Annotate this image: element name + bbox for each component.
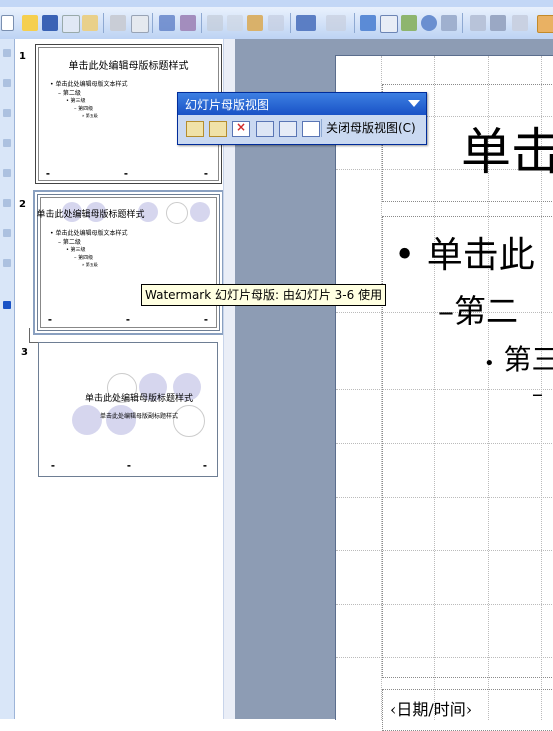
research-icon[interactable] (180, 15, 196, 31)
slide-2-bullet-5: » 第五级 (82, 262, 98, 267)
slide-2-title: 单击此处编辑母版标题样式 (36, 210, 145, 220)
format-painter-icon[interactable] (268, 15, 284, 31)
slide-2-bullet-2: – 第二级 (58, 239, 81, 246)
show-formatting-icon[interactable] (470, 15, 486, 31)
slide-1-bullet-2: – 第二级 (58, 90, 81, 97)
color-grayscale-icon[interactable] (537, 15, 553, 33)
close-master-view-button[interactable]: 关闭母版视图(C) (326, 119, 416, 136)
menu-bar[interactable] (0, 0, 553, 7)
new-icon[interactable] (1, 15, 14, 31)
insert-new-title-master-icon[interactable] (209, 121, 227, 137)
master-view-toolbar-title: 幻灯片母版视图 (185, 98, 270, 112)
slide-3-subtitle: 单击此处编辑母版副标题样式 (100, 413, 179, 420)
bullet-level-4: – (532, 382, 543, 407)
toolbar-options-dropdown-icon[interactable] (408, 100, 420, 107)
slide-tooltip: Watermark 幻灯片母版: 由幻灯片 3-6 使用 (141, 284, 387, 306)
decorative-circle (173, 405, 205, 437)
cut-icon[interactable] (207, 15, 223, 31)
insert-table-icon[interactable] (380, 15, 398, 33)
slide-3-title: 单击此处编辑母版标题样式 (84, 394, 193, 404)
standard-toolbar (0, 7, 553, 40)
master-view-toolbar-titlebar[interactable]: 幻灯片母版视图 (178, 93, 426, 115)
decorative-circle (106, 405, 136, 435)
slide-1-bullet-3: • 第三级 (66, 98, 86, 104)
left-drawing-strip[interactable] (0, 39, 15, 719)
slide-thumbnail-3[interactable]: 单击此处编辑母版标题样式 单击此处编辑母版副标题样式 ▬ ▬ ▬ (38, 342, 218, 477)
permission-icon[interactable] (62, 15, 80, 33)
bullet-level-1: • 单击此 (394, 235, 535, 276)
print-icon[interactable] (110, 15, 126, 31)
delete-master-icon[interactable]: × (232, 120, 250, 137)
slide-number: 1 (19, 51, 26, 62)
grid-icon[interactable] (490, 15, 506, 31)
decorative-circle (72, 405, 102, 435)
date-placeholder-text: ‹日期/时间› (390, 700, 473, 719)
save-icon[interactable] (42, 15, 58, 31)
master-layout-icon[interactable] (302, 121, 320, 137)
open-icon[interactable] (22, 15, 38, 31)
bullet-level-2: –第二 (438, 292, 519, 330)
slide-2-bullet-1: • 单击此处编辑母版文本样式 (50, 230, 128, 237)
zoom-icon[interactable] (512, 15, 528, 31)
bullet-level-3: • 第三 (484, 343, 553, 376)
master-view-toolbar[interactable]: 幻灯片母版视图 × 关闭母版视图(C) (177, 92, 427, 145)
spelling-icon[interactable] (159, 15, 175, 31)
slide-1-bullet-1: • 单击此处编辑母版文本样式 (50, 81, 128, 88)
slide-2-bullet-3: • 第三级 (66, 247, 86, 253)
slide-1-title: 单击此处编辑母版标题样式 (68, 61, 189, 72)
redo-icon[interactable] (326, 15, 346, 31)
title-text: 单击 (461, 123, 553, 181)
preserve-master-icon[interactable] (256, 121, 274, 137)
slide-1-bullet-5: » 第五级 (82, 113, 98, 118)
paste-icon[interactable] (247, 15, 263, 31)
insert-hyperlink-icon[interactable] (421, 15, 437, 31)
expand-icon[interactable] (441, 15, 457, 31)
insert-chart-icon[interactable] (360, 15, 376, 31)
email-icon[interactable] (82, 15, 98, 31)
slide-2-bullet-4: – 第四级 (74, 255, 94, 261)
slide-thumbnail-2[interactable]: 单击此处编辑母版标题样式 • 单击此处编辑母版文本样式 – 第二级 • 第三级 … (33, 190, 224, 335)
undo-icon[interactable] (296, 15, 316, 31)
print-preview-icon[interactable] (131, 15, 149, 33)
slide-master-canvas[interactable]: 单击 • 单击此 –第二 • 第三 – ‹日期/时间› (335, 55, 553, 731)
copy-icon[interactable] (227, 15, 243, 31)
tables-borders-icon[interactable] (401, 15, 417, 31)
decorative-circle (190, 202, 210, 222)
slide-number: 3 (21, 347, 28, 358)
slide-1-bullet-4: – 第四级 (74, 106, 94, 112)
rename-master-icon[interactable] (279, 121, 297, 137)
insert-new-slide-master-icon[interactable] (186, 121, 204, 137)
